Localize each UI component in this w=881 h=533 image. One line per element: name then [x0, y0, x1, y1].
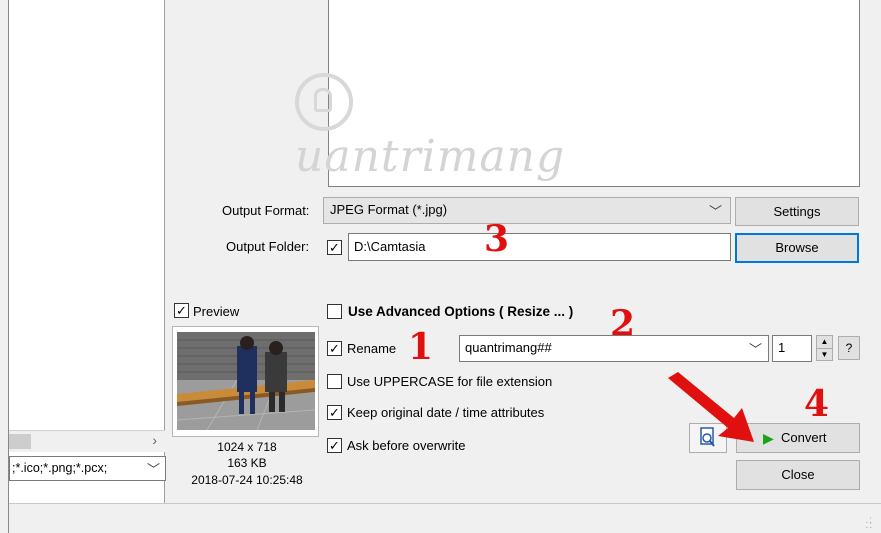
output-folder-input[interactable]: D:\Camtasia — [348, 233, 731, 261]
photo-illustration — [177, 332, 315, 430]
output-format-select[interactable]: JPEG Format (*.jpg) ﹀ — [323, 197, 731, 224]
browse-button[interactable]: Browse — [735, 233, 859, 263]
watermark-logo: uantrimang — [295, 73, 595, 182]
uppercase-extension-checkbox[interactable] — [327, 374, 342, 389]
status-bar: .:.: — [9, 503, 881, 533]
advanced-options-checkbox[interactable] — [327, 304, 342, 319]
rename-pattern-value: quantrimang## — [465, 340, 552, 355]
annotation-4: 4 — [804, 383, 830, 425]
number-spinner[interactable]: ▲ ▼ — [816, 335, 833, 361]
rename-pattern-input[interactable]: quantrimang## ﹀ — [459, 335, 769, 362]
resize-grip-icon[interactable]: .:.: — [865, 516, 873, 531]
file-list-pane[interactable] — [9, 0, 165, 503]
image-date: 2018-07-24 10:25:48 — [191, 473, 303, 487]
preview-checkbox[interactable]: ✓ — [174, 303, 189, 318]
preview-label: Preview — [193, 304, 240, 319]
rename-label: Rename — [347, 341, 397, 356]
file-filter-value: ;*.ico;*.png;*.pcx; — [12, 461, 108, 475]
output-folder-label: Output Folder: — [226, 239, 310, 254]
scroll-right-icon[interactable]: › — [152, 432, 157, 448]
output-format-label: Output Format: — [222, 203, 310, 218]
advanced-options-label: Use Advanced Options ( Resize ... ) — [348, 304, 574, 319]
lightbulb-icon — [295, 73, 353, 131]
file-filter-select[interactable]: ;*.ico;*.png;*.pcx; ﹀ — [9, 456, 166, 481]
horizontal-scrollbar[interactable]: › — [9, 430, 165, 452]
spin-up-icon[interactable]: ▲ — [817, 336, 832, 349]
settings-button[interactable]: Settings — [735, 197, 859, 226]
chevron-down-icon: ﹀ — [146, 462, 160, 477]
annotation-arrow — [668, 372, 754, 442]
ask-overwrite-checkbox[interactable]: ✓ — [327, 438, 342, 453]
rename-start-number-value: 1 — [778, 340, 786, 355]
close-button[interactable]: Close — [736, 460, 860, 490]
annotation-3: 3 — [484, 218, 510, 260]
spin-down-icon[interactable]: ▼ — [817, 349, 832, 361]
chevron-down-icon: ﹀ — [708, 204, 722, 219]
output-folder-value: D:\Camtasia — [354, 239, 426, 254]
watermark-text: uantrimang — [295, 131, 566, 182]
scrollbar-thumb[interactable] — [9, 434, 31, 449]
keep-date-checkbox[interactable]: ✓ — [327, 405, 342, 420]
image-file-size: 163 KB — [227, 456, 267, 470]
uppercase-extension-label: Use UPPERCASE for file extension — [347, 374, 553, 389]
preview-photo — [177, 332, 315, 430]
annotation-1: 1 — [408, 326, 434, 368]
ask-overwrite-label: Ask before overwrite — [347, 438, 466, 453]
image-dimensions: 1024 x 718 — [217, 440, 277, 454]
keep-date-label: Keep original date / time attributes — [347, 405, 545, 420]
window-edge — [0, 0, 9, 533]
chevron-down-icon: ﹀ — [748, 342, 762, 357]
rename-start-number-input[interactable]: 1 — [772, 335, 812, 362]
rename-checkbox[interactable]: ✓ — [327, 341, 342, 356]
convert-label: Convert — [781, 430, 827, 445]
output-folder-checkbox[interactable]: ✓ — [327, 240, 342, 255]
output-format-value: JPEG Format (*.jpg) — [330, 202, 448, 217]
help-button[interactable]: ? — [838, 336, 860, 360]
